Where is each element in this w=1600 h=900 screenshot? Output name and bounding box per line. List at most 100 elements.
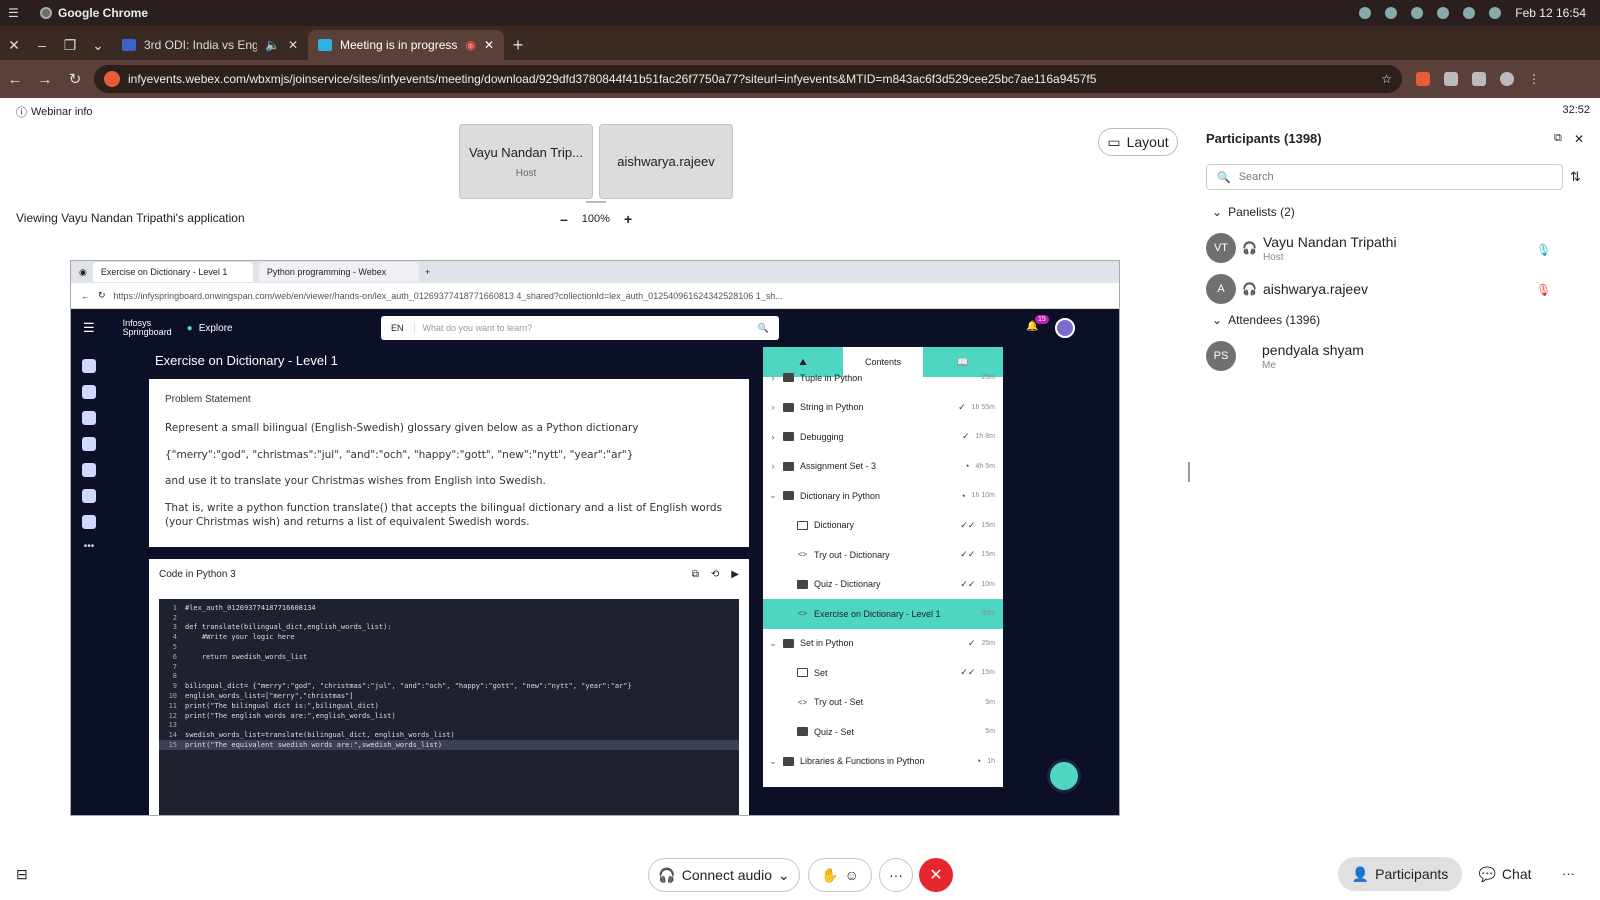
profile-avatar-icon[interactable] [1500,72,1514,86]
address-bar[interactable]: infyevents.webex.com/wbxmjs/joinservice/… [94,65,1402,93]
exercise-title: Exercise on Dictionary - Level 1 [155,353,338,368]
connect-audio-button[interactable]: 🎧 Connect audio ⌄ [648,858,800,892]
wifi-icon[interactable] [1411,7,1424,19]
tab-title: Meeting is in progress... [340,38,458,52]
line-number: 10 [168,692,177,701]
minimize-window-icon[interactable]: – [28,30,56,60]
more-icon: ••• [83,541,95,552]
close-window-icon[interactable]: ✕ [0,30,28,60]
reading-list-icon[interactable] [1472,72,1486,86]
participants-search-input[interactable]: 🔍 Search [1206,164,1563,190]
participant-name: aishwarya.rajeev [1262,281,1369,297]
line-number: 9 [172,682,177,691]
leave-meeting-button[interactable]: ✕ [919,858,953,892]
kebab-menu-icon[interactable]: ⋮ [1528,72,1540,86]
video-tile-panelist[interactable]: aishwarya.rajeev [599,124,733,199]
reload-icon[interactable]: ↻ [60,70,90,88]
puzzle-icon[interactable] [1444,72,1458,86]
audio-icon: 🎧 [658,866,676,883]
overflow-menu-icon[interactable]: ··· [1562,866,1575,881]
code-line: 2 [159,613,739,623]
participants-button[interactable]: 👤 Participants [1338,857,1462,891]
contents-item-duration: 4h 5m [975,462,995,470]
code-icon: <> [797,697,808,707]
volume-icon[interactable] [1437,7,1450,19]
panelists-section-header[interactable]: ⌄ Panelists (2) [1212,205,1295,219]
webinar-info-button[interactable]: ⓘ Webinar info [16,104,93,120]
participant-name: pendyala shyam [1262,341,1364,358]
participant-row-host[interactable]: VT 🎧 Vayu Nandan Tripathi Host [1206,233,1397,263]
clock[interactable]: Feb 12 16:54 [1515,6,1586,20]
contents-item-label: Dictionary in Python [800,490,881,501]
chevron-icon: › [771,461,775,472]
problem-text: Represent a small bilingual (English-Swe… [165,422,639,434]
speaker-icon[interactable]: 🔈 [265,38,280,52]
document-icon [797,668,808,678]
site-info-icon[interactable] [104,71,120,87]
battery-icon[interactable] [1489,7,1502,19]
code-header: Code in Python 3 ⧉ ⟲ ▶ [149,559,749,590]
tab-search-icon[interactable]: ⌄ [84,30,112,60]
attendees-section-header[interactable]: ⌄ Attendees (1396) [1212,313,1320,327]
close-tab-icon[interactable]: ✕ [484,38,494,52]
code-editor-card: Code in Python 3 ⧉ ⟲ ▶ 1 #lex_auth_012693… [149,559,749,815]
zoom-in-button[interactable]: + [624,211,632,227]
document-icon [797,520,808,530]
bluetooth-icon[interactable] [1385,7,1398,19]
zoom-out-button[interactable]: – [560,211,568,227]
mic-icon[interactable] [1463,7,1476,19]
url-text[interactable]: infyevents.webex.com/wbxmjs/joinservice/… [128,72,1373,86]
shared-tab-exercise: Exercise on Dictionary - Level 1 [92,262,253,282]
close-panel-icon[interactable]: ✕ [1574,132,1584,146]
contents-item-label: Quiz - Dictionary [814,579,881,590]
progress-status-icon: ✓✓ [960,519,976,530]
headset-icon: 🎧 [1242,282,1257,296]
problem-text: {"merry":"god", "christmas":"jul", "and"… [165,448,634,461]
code-line: 6 return swedish_words_list [159,652,739,662]
contents-tab-label: Contents [864,357,902,367]
menu-icon[interactable]: ☰ [8,6,19,20]
chevron-icon: ⌄ [769,490,777,501]
avatar: PS [1206,341,1236,371]
contents-list: › Tuple in Python 25m › String in Python ✓ 1h … [763,363,1003,776]
extension-icon[interactable] [1416,72,1430,86]
participant-row-panelist[interactable]: A 🎧 aishwarya.rajeev [1206,274,1368,304]
chat-button[interactable]: 💬 Chat [1470,857,1540,891]
tile-resize-handle[interactable] [586,201,606,203]
layout-button[interactable]: ▭ Layout [1098,128,1178,156]
bookmark-star-icon[interactable]: ☆ [1381,72,1392,86]
shared-screen[interactable]: ◉ Exercise on Dictionary - Level 1 Pytho… [70,260,1120,816]
recording-icon: ◉ [465,38,476,52]
browser-tab-cricket[interactable]: 3rd ODI: India vs Engla 🔈 ✕ [112,30,308,60]
emoji-icon[interactable]: ☺ [845,867,859,883]
contents-item-duration: 1h [987,757,995,765]
popout-icon[interactable]: ⧉ [1554,132,1562,145]
network-icon[interactable] [1359,7,1372,19]
code-line: 11 print("The bilingual dict is:",bilingu… [159,701,739,711]
raise-hand-icon[interactable]: ✋ [821,867,838,884]
captions-icon[interactable]: ⊟ [16,866,28,883]
browser-tab-meeting[interactable]: Meeting is in progress... ◉ ✕ [308,30,504,60]
back-icon[interactable]: ← [0,71,30,88]
sort-icon[interactable]: ⇅ [1570,169,1581,185]
progress-status-icon: ✓ [967,637,976,648]
active-app: Google Chrome [40,6,148,20]
progress-status-icon: ✓ [961,431,970,442]
participant-row-me[interactable]: PS pendyala shyam Me [1206,341,1364,371]
more-options-button[interactable]: ··· [879,858,913,892]
line-number: 7 [172,662,177,671]
restore-window-icon[interactable]: ❐ [56,30,84,60]
back-icon: ← [81,290,90,301]
panel-resize-handle[interactable] [1188,462,1190,482]
new-tab-icon[interactable]: + [504,30,532,60]
meeting-timer: 32:52 [1562,104,1590,116]
contents-item-duration: 25m [981,639,995,647]
video-tile-host[interactable]: Vayu Nandan Trip... Host [459,124,593,199]
code-text: #Write your logic here [185,633,295,642]
contents-item: ⌄ Dictionary in Python ◔ 1h 10m [763,481,1003,511]
close-tab-icon[interactable]: ✕ [288,38,298,52]
code-text: def translate(bilingual_dict,english_wor… [185,623,392,632]
forward-icon[interactable]: → [30,71,60,88]
progress-status-icon: ◔ [964,461,970,472]
contents-item-duration: 1h 10m [971,492,995,500]
